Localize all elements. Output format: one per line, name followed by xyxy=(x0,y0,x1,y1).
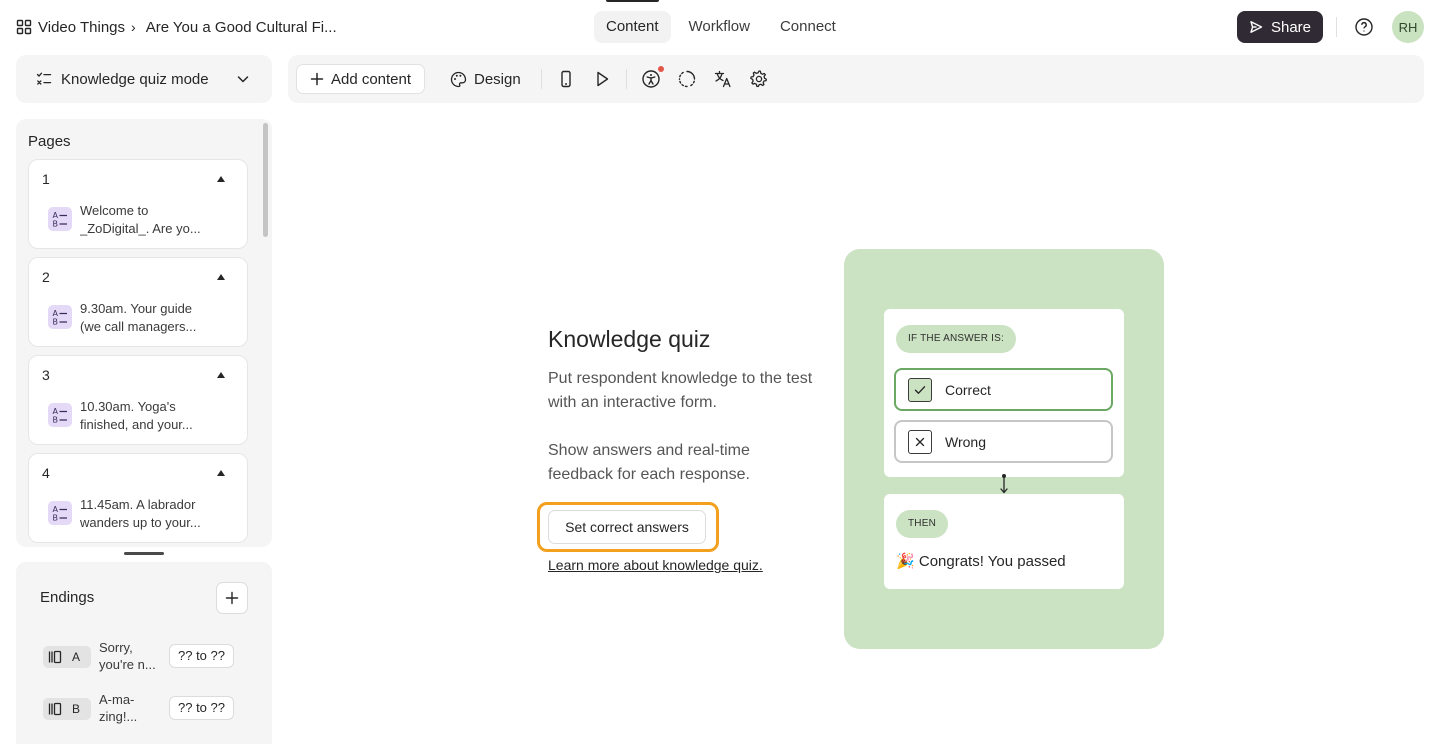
knowledge-quiz-feedback-text: Show answers and real-time feedback for … xyxy=(548,442,750,483)
page-title: 9.30am. Your guide (we call managers... xyxy=(80,301,197,334)
panel-resize-handle[interactable] xyxy=(124,552,164,555)
congrats-message: 🎉 Congrats! You passed xyxy=(896,553,1066,570)
quiz-mode-selector[interactable]: Knowledge quiz mode xyxy=(16,55,272,103)
plus-icon xyxy=(225,591,239,605)
toolbar-divider xyxy=(541,69,542,89)
endings-title: Endings xyxy=(40,589,95,606)
correct-option: Correct xyxy=(894,368,1113,411)
design-button[interactable]: Design xyxy=(450,64,521,94)
settings-icon[interactable] xyxy=(749,69,769,89)
page-card-1[interactable]: 1 A B Welcome to _ZoDigital_. Are yo... xyxy=(28,159,248,249)
send-icon xyxy=(1250,21,1263,33)
learn-more-link[interactable]: Learn more about knowledge quiz. xyxy=(548,557,763,573)
breadcrumb-separator: › xyxy=(131,19,136,35)
share-label: Share xyxy=(1270,18,1312,36)
pages-panel: Pages 1 A B Welcome to _ZoDigital_. Are y… xyxy=(16,119,272,547)
plus-icon xyxy=(310,72,324,86)
multiple-choice-icon: A B xyxy=(48,305,72,329)
breadcrumb-form-title[interactable]: Are You a Good Cultural Fi... xyxy=(146,19,337,36)
design-label: Design xyxy=(474,70,521,88)
palette-icon xyxy=(450,71,467,87)
then-pill: THEN xyxy=(896,510,949,538)
add-content-label: Add content xyxy=(330,70,412,88)
editor-toolbar: Add content Design xyxy=(288,55,1424,103)
mobile-preview-icon[interactable] xyxy=(556,69,576,89)
ending-item-b[interactable]: B A-ma-zing!... ?? to ?? xyxy=(43,689,253,729)
ending-screen-icon xyxy=(48,702,62,716)
page-number: 2 xyxy=(42,269,50,285)
share-button[interactable]: Share xyxy=(1237,11,1323,43)
page-number: 3 xyxy=(42,367,50,383)
collapse-caret-icon[interactable] xyxy=(217,176,225,182)
endings-panel: Endings A Sorry, you're n... ?? to ?? B A… xyxy=(16,562,272,744)
page-card-3[interactable]: 3 A B 10.30am. Yoga's finished, and your.… xyxy=(28,355,248,445)
header-divider xyxy=(1336,17,1337,37)
toolbar-divider xyxy=(626,69,627,89)
help-icon[interactable] xyxy=(1353,16,1375,38)
score-range-badge[interactable]: ?? to ?? xyxy=(169,696,234,720)
list-check-icon xyxy=(36,72,52,85)
mode-label: Knowledge quiz mode xyxy=(61,70,209,88)
wrong-label: Wrong xyxy=(945,433,986,450)
quiz-illustration: IF THE ANSWER IS: Correct Wrong THEN 🎉 C… xyxy=(844,249,1164,649)
ending-letter: A xyxy=(72,650,81,664)
page-number: 1 xyxy=(42,171,50,187)
tab-workflow[interactable]: Workflow xyxy=(677,11,762,43)
ending-item-a[interactable]: A Sorry, you're n... ?? to ?? xyxy=(43,637,253,677)
play-icon[interactable] xyxy=(592,69,612,89)
multiple-choice-icon: A B xyxy=(48,501,72,525)
pages-scrollbar[interactable] xyxy=(263,123,268,237)
nav-tabs: Content Workflow Connect xyxy=(594,0,848,43)
score-range-badge[interactable]: ?? to ?? xyxy=(169,644,234,668)
page-card-2[interactable]: 2 A B 9.30am. Your guide (we call manager… xyxy=(28,257,248,347)
breadcrumb-workspace[interactable]: Video Things xyxy=(38,19,125,36)
collapse-caret-icon[interactable] xyxy=(217,470,225,476)
tab-connect[interactable]: Connect xyxy=(768,11,848,43)
breadcrumb: Video Things › Are You a Good Cultural F… xyxy=(16,16,337,38)
top-bar: Video Things › Are You a Good Cultural F… xyxy=(0,0,1440,54)
collapse-caret-icon[interactable] xyxy=(217,274,225,280)
wrong-option: Wrong xyxy=(894,420,1113,463)
page-title: 10.30am. Yoga's finished, and your... xyxy=(80,399,193,432)
svg-text:B: B xyxy=(53,416,59,425)
loading-icon[interactable] xyxy=(677,69,697,89)
page-title: Welcome to _ZoDigital_. Are yo... xyxy=(80,203,201,236)
accessibility-icon[interactable] xyxy=(641,69,661,89)
notification-dot xyxy=(658,66,664,72)
chevron-down-icon xyxy=(237,76,249,83)
knowledge-quiz-title: Knowledge quiz xyxy=(548,326,711,352)
avatar[interactable]: RH xyxy=(1392,11,1424,43)
ending-tag: A xyxy=(43,646,91,668)
page-card-4[interactable]: 4 A B 11.45am. A labrador wanders up to y… xyxy=(28,453,248,543)
checkbox-x-icon xyxy=(908,429,932,454)
add-content-button[interactable]: Add content xyxy=(296,64,425,94)
page-title: 11.45am. A labrador wanders up to your... xyxy=(80,497,201,530)
multiple-choice-icon: A B xyxy=(48,403,72,427)
multiple-choice-icon: A B xyxy=(48,207,72,231)
knowledge-quiz-description: Put respondent knowledge to the test wit… xyxy=(548,370,813,411)
add-ending-button[interactable] xyxy=(216,582,248,614)
svg-text:B: B xyxy=(53,514,59,523)
workspace-grid-icon[interactable] xyxy=(16,19,32,35)
svg-text:B: B xyxy=(53,318,59,327)
ending-tag: B xyxy=(43,698,91,720)
condition-card: IF THE ANSWER IS: Correct Wrong xyxy=(884,309,1124,477)
page-number: 4 xyxy=(42,465,50,481)
if-answer-pill: IF THE ANSWER IS: xyxy=(896,325,1017,353)
party-popper-icon: 🎉 xyxy=(896,553,915,570)
checkbox-checked-icon xyxy=(908,377,932,402)
set-correct-answers-button[interactable]: Set correct answers xyxy=(548,510,706,544)
connector-arrow-icon xyxy=(1000,474,1008,494)
ending-title: A-ma-zing!... xyxy=(99,692,138,724)
pages-title: Pages xyxy=(28,133,71,150)
ending-screen-icon xyxy=(48,650,62,664)
correct-label: Correct xyxy=(945,381,991,398)
outcome-card: THEN 🎉 Congrats! You passed xyxy=(884,494,1124,589)
ending-letter: B xyxy=(72,702,81,716)
translate-icon[interactable] xyxy=(713,69,733,89)
ending-title: Sorry, you're n... xyxy=(99,640,156,672)
collapse-caret-icon[interactable] xyxy=(217,372,225,378)
tab-content[interactable]: Content xyxy=(594,0,671,43)
svg-text:B: B xyxy=(53,220,59,229)
